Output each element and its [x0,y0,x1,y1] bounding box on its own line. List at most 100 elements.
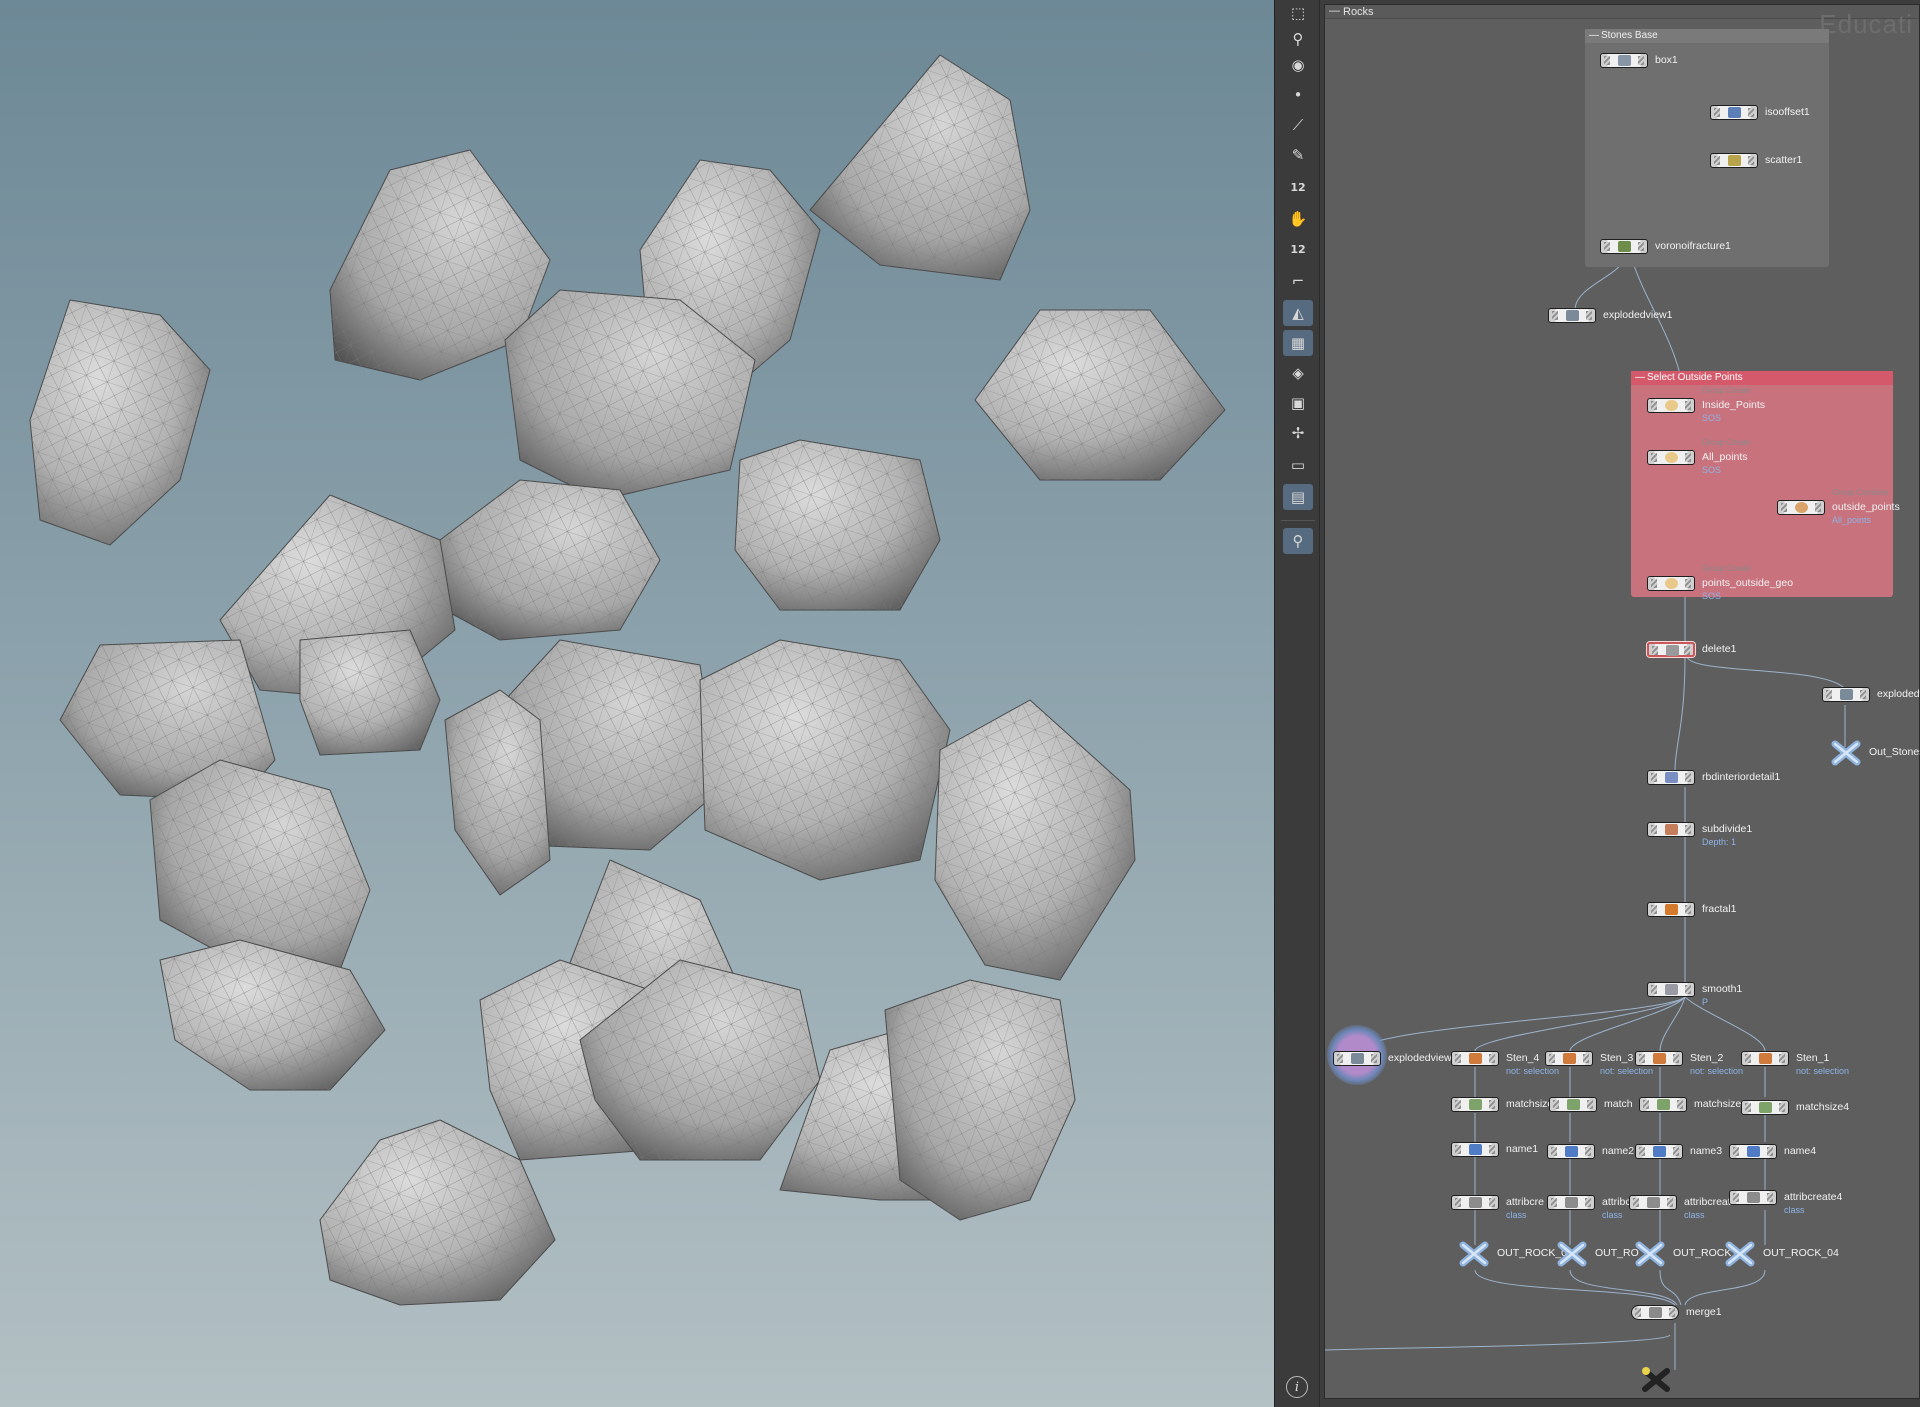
node-type-label: Group Combine [1832,488,1889,497]
scatter-icon [1728,155,1741,166]
voronoi-icon [1618,241,1631,252]
toolbar-divider [1281,520,1315,521]
blast-icon [1469,1053,1482,1064]
null-cross-icon [1459,1241,1489,1267]
number-12-icon[interactable]: 12 [1283,174,1313,200]
brush-icon[interactable]: ⟋ [1283,112,1313,138]
node-label: matchsize [1506,1098,1554,1110]
attribcreate-icon [1565,1197,1578,1208]
select-outside-points-title: Select Outside Points [1631,371,1893,385]
fractal-icon [1665,904,1678,915]
node-comment: SOS [1702,413,1722,423]
name-icon [1747,1146,1760,1157]
node-out-rock-1[interactable]: OUT_ROCK_0 [1459,1241,1567,1267]
node-label: smooth1 [1702,983,1743,995]
attribcreate-icon [1469,1197,1482,1208]
node-comment: SOS [1702,465,1722,475]
explodedview-icon [1840,689,1853,700]
rock-wireframe [700,640,950,880]
null-cross-icon [1642,1367,1670,1392]
point-icon[interactable]: • [1283,82,1313,108]
node-label: delete1 [1702,643,1737,655]
node-comment: SOS [1702,591,1722,601]
stones-base-title: Stones Base [1585,29,1829,43]
paint-icon[interactable]: ✋ [1283,206,1313,232]
node-label: name1 [1506,1143,1539,1155]
node-type-label: Group Create [1702,438,1751,447]
node-out-rock-3[interactable]: OUT_ROCK_ [1635,1241,1737,1267]
background-icon[interactable]: ▤ [1283,484,1313,510]
name-icon [1653,1146,1666,1157]
node-label: merge1 [1686,1306,1722,1318]
node-label: outside_points [1832,501,1900,513]
node-label: Sten_1 [1796,1052,1830,1064]
node-label: Inside_Points [1702,399,1766,411]
blast-icon [1759,1053,1772,1064]
shading-icon[interactable]: ◭ [1283,300,1313,326]
node-label: scatter1 [1765,154,1803,166]
subnet-frame: — Rocks Educati Stones Base — Select Out… [1324,4,1920,1399]
node-label: matchsize3 [1694,1098,1748,1110]
collapse-icon[interactable]: — [1589,29,1599,43]
subdivide-icon [1665,824,1678,835]
view-icon[interactable]: ⚲ [1283,26,1313,52]
rbd-icon [1665,772,1678,783]
isooffset-icon [1728,107,1741,118]
null-cross-icon [1635,1241,1665,1267]
node-label: name3 [1690,1145,1723,1157]
number-12-label: 12 [1290,180,1306,194]
select-icon[interactable]: ⬚ [1283,0,1313,26]
node-label: isooffset1 [1765,106,1810,118]
node-comment: not: selection [1690,1066,1744,1076]
rock-wireframe [975,310,1225,480]
matchsize-icon [1657,1099,1670,1110]
node-label: box1 [1655,54,1678,66]
info-icon[interactable]: i [1286,1376,1308,1398]
node-label: OUT_RO [1595,1247,1639,1259]
attribcreate-icon [1647,1197,1660,1208]
node-comment: P [1702,997,1709,1007]
node-label: attribcreate4 [1784,1191,1843,1203]
blast-icon [1563,1053,1576,1064]
node-label: name4 [1784,1145,1817,1157]
scene-viewport[interactable] [0,0,1274,1407]
node-out-rock-2[interactable]: OUT_RO [1557,1241,1639,1267]
ruler-icon[interactable]: ⌐ [1283,268,1313,294]
node-comment: not: selection [1600,1066,1654,1076]
node-label: explodedview [1388,1052,1452,1064]
node-label: attribc [1602,1196,1631,1208]
rock-wireframe [440,480,660,640]
display-icon[interactable]: ◈ [1283,360,1313,386]
node-out-stones[interactable]: Out_Stones [1831,740,1920,766]
checker-icon[interactable]: ▦ [1283,330,1313,356]
texture-icon[interactable]: ▣ [1283,390,1313,416]
rock-wireframe [885,980,1075,1220]
pin-icon[interactable]: ⚲ [1283,528,1313,554]
node-label: All_points [1702,451,1748,463]
snap-icon[interactable]: ✢ [1283,420,1313,446]
matchsize-icon [1759,1102,1772,1113]
ghost-icon[interactable]: ▭ [1283,452,1313,478]
camera-icon[interactable]: ◉ [1283,52,1313,78]
node-label: matchsize4 [1796,1101,1850,1113]
group-create-icon [1665,400,1678,411]
node-label: points_outside_geo [1702,577,1794,589]
node-type-label: Group Create [1702,386,1751,395]
node-output-faded[interactable] [1641,1367,1671,1393]
node-out-rock-4[interactable]: OUT_ROCK_04 [1725,1241,1839,1267]
number-12-stack-icon[interactable]: 12 [1283,236,1313,262]
network-editor[interactable]: — Rocks Educati Stones Base — Select Out… [1320,0,1920,1407]
viewport-toolbar: ⬚ ⚲ ◉ • ⟋ ✎ 12 ✋ 12 ⌐ ◭ ▦ ◈ ▣ ✢ ▭ ▤ ⚲ i [1274,0,1320,1407]
node-comment: not: selection [1796,1066,1850,1076]
node-comment: class [1784,1205,1805,1215]
pen-icon[interactable]: ✎ [1283,142,1313,168]
node-label: voronoifracture1 [1655,240,1731,252]
collapse-icon[interactable]: — [1635,371,1645,385]
attribcreate-icon [1747,1192,1760,1203]
explodedview-icon [1351,1053,1364,1064]
group-create-icon [1665,578,1678,589]
null-cross-icon [1831,740,1861,766]
number-12-stack-label: 12 [1290,242,1306,256]
node-label: attribcre [1506,1196,1544,1208]
node-comment: Depth: 1 [1702,837,1737,847]
